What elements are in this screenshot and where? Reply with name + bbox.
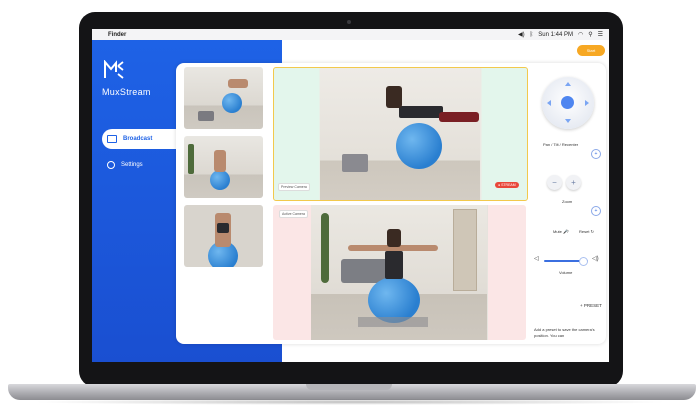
recenter-button[interactable] xyxy=(561,96,574,109)
floor-mat xyxy=(358,317,428,327)
start-button[interactable]: Start xyxy=(577,45,605,56)
person xyxy=(214,150,226,172)
zoom-expand-icon[interactable]: + xyxy=(591,206,601,216)
person-head xyxy=(387,229,401,247)
active-camera-tag: Active Camera xyxy=(279,210,308,218)
camera-thumbnail-3[interactable] xyxy=(184,205,263,267)
person-torso xyxy=(399,106,443,118)
bluetooth-status-icon[interactable]: ᛒ xyxy=(530,32,534,38)
pan-left-icon[interactable] xyxy=(547,100,551,106)
pantilt-expand-icon[interactable]: + xyxy=(591,149,601,159)
mute-icon: 🎤̸ xyxy=(563,229,569,234)
search-status-icon[interactable]: ⚲ xyxy=(588,31,592,38)
mute-label: Mute xyxy=(553,229,562,234)
preset-help-text: Add a preset to save the camera's positi… xyxy=(534,327,595,338)
reset-icon: ↻ xyxy=(590,229,594,234)
volume-high-icon: ◁) xyxy=(592,256,599,262)
app-menu-finder[interactable]: Finder xyxy=(108,32,126,38)
status-area: ◀) ᛒ Sun 1:44 PM ◠ ⚲ ☰ xyxy=(518,31,603,39)
laptop-prop xyxy=(198,111,214,121)
muxstream-logo-icon xyxy=(104,60,124,79)
exercise-ball xyxy=(222,93,242,113)
laptop-notch xyxy=(306,384,392,390)
gear-icon xyxy=(107,161,115,169)
plant-prop xyxy=(188,144,194,174)
sidebar-item-label: Settings xyxy=(121,162,143,168)
menu-clock[interactable]: Sun 1:44 PM xyxy=(538,32,573,38)
laptop-prop xyxy=(342,154,368,172)
brand-name: MuxStream xyxy=(102,87,151,97)
person xyxy=(228,79,248,88)
sidebar-item-settings[interactable]: Settings xyxy=(107,161,143,169)
mute-button[interactable]: Mute 🎤̸ xyxy=(553,229,568,234)
sidebar-item-broadcast[interactable]: Broadcast xyxy=(102,129,187,149)
volume-status-icon[interactable]: ◀) xyxy=(518,31,525,38)
volume-low-icon: ◁ xyxy=(534,256,539,262)
sports-top xyxy=(217,223,229,233)
plant-prop xyxy=(321,213,329,283)
volume-label: Volume xyxy=(559,270,573,275)
menu-bar: Finder ◀) ᛒ Sun 1:44 PM ◠ ⚲ ☰ xyxy=(92,29,609,40)
webcam-dot xyxy=(347,20,351,24)
stream-badge[interactable]: ● STREAM xyxy=(495,182,519,188)
wifi-status-icon[interactable]: ◠ xyxy=(578,31,583,38)
add-preset-button[interactable]: + PRESET xyxy=(580,303,602,308)
preview-camera-feed[interactable]: Preview Camera ● STREAM xyxy=(273,67,528,201)
tilt-down-icon[interactable] xyxy=(565,119,571,123)
laptop-shadow xyxy=(30,399,670,405)
zoom-label: Zoom xyxy=(562,199,573,204)
pan-right-icon[interactable] xyxy=(585,100,589,106)
preview-camera-tag: Preview Camera xyxy=(278,183,310,191)
reset-button[interactable]: Reset ↻ xyxy=(579,229,594,234)
tilt-up-icon[interactable] xyxy=(565,82,571,86)
exercise-ball xyxy=(396,123,442,169)
laptop-screen: Finder ◀) ᛒ Sun 1:44 PM ◠ ⚲ ☰ MuxStream … xyxy=(92,29,609,362)
shelf-prop xyxy=(453,209,477,291)
pantilt-label: Pan / Tilt / Recenter xyxy=(543,142,579,147)
person-legs xyxy=(439,112,479,122)
person-torso xyxy=(385,251,403,279)
reset-label: Reset xyxy=(579,229,590,234)
exercise-ball xyxy=(210,170,230,190)
list-status-icon[interactable]: ☰ xyxy=(598,31,603,38)
zoom-out-button[interactable]: − xyxy=(547,175,562,190)
zoom-in-button[interactable]: + xyxy=(566,175,581,190)
sidebar-item-label: Broadcast xyxy=(123,136,153,142)
volume-slider-knob[interactable] xyxy=(579,257,588,266)
person-head xyxy=(386,86,402,108)
camera-thumbnail-2[interactable] xyxy=(184,136,263,198)
pan-tilt-joystick[interactable] xyxy=(542,77,594,129)
camera-thumbnail-1[interactable] xyxy=(184,67,263,129)
broadcast-icon xyxy=(107,135,117,143)
active-camera-feed[interactable]: Active Camera xyxy=(273,205,526,340)
